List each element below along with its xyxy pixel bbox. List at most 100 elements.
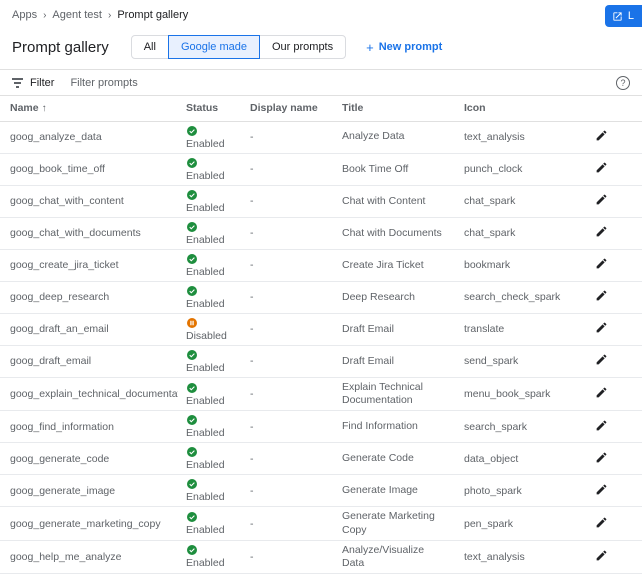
status-cell: Enabled — [186, 157, 234, 182]
status-cell: Enabled — [186, 446, 234, 471]
edit-button[interactable] — [592, 222, 611, 244]
pencil-icon — [595, 129, 608, 145]
table-header-row: Name↑ Status Display name Title Icon — [0, 96, 642, 121]
status-cell: Disabled — [186, 317, 234, 342]
table-row[interactable]: goog_draft_an_email Disabled - Draft Ema… — [0, 313, 642, 345]
edit-button[interactable] — [592, 513, 611, 535]
status-cell: Enabled — [186, 125, 234, 150]
prompt-title: Generate Image — [342, 484, 418, 496]
status-enabled-icon — [186, 511, 198, 523]
prompt-name: goog_help_me_analyze — [10, 551, 122, 563]
status-enabled-icon — [186, 349, 198, 361]
filter-bar: Filter ? — [0, 69, 642, 96]
status-text: Enabled — [186, 170, 225, 182]
display-name: - — [250, 195, 254, 207]
edit-button[interactable] — [592, 158, 611, 180]
status-enabled-icon — [186, 253, 198, 265]
edit-button[interactable] — [592, 448, 611, 470]
status-cell: Enabled — [186, 414, 234, 439]
title-row: Prompt gallery AllGoogle madeOur prompts… — [0, 27, 642, 69]
status-text: Enabled — [186, 138, 225, 150]
column-header-name[interactable]: Name↑ — [0, 96, 178, 121]
prompt-name: goog_generate_image — [10, 485, 115, 497]
status-enabled-icon — [186, 414, 198, 426]
pencil-icon — [595, 257, 608, 273]
edit-button[interactable] — [592, 190, 611, 212]
filter-button[interactable]: Filter — [12, 77, 54, 89]
help-icon[interactable]: ? — [616, 76, 630, 90]
display-name: - — [250, 518, 254, 530]
column-header-actions — [562, 96, 642, 121]
pencil-icon — [595, 289, 608, 305]
status-enabled-icon — [186, 478, 198, 490]
edit-button[interactable] — [592, 126, 611, 148]
edit-button[interactable] — [592, 254, 611, 276]
status-enabled-icon — [186, 189, 198, 201]
table-row[interactable]: goog_help_me_analyze Enabled - Analyze/V… — [0, 540, 642, 573]
status-enabled-icon — [186, 446, 198, 458]
filter-prompts-input[interactable] — [70, 77, 290, 89]
status-text: Disabled — [186, 330, 227, 342]
prompt-title: Draft Email — [342, 323, 394, 335]
prompt-name: goog_deep_research — [10, 291, 109, 303]
icon-name: pen_spark — [464, 518, 513, 530]
status-enabled-icon — [186, 382, 198, 394]
table-row[interactable]: goog_book_time_off Enabled - Book Time O… — [0, 153, 642, 185]
icon-name: menu_book_spark — [464, 388, 550, 400]
pencil-icon — [595, 516, 608, 532]
table-row[interactable]: goog_chat_with_documents Enabled - Chat … — [0, 217, 642, 249]
edit-button[interactable] — [592, 480, 611, 502]
pencil-icon — [595, 225, 608, 241]
edit-button[interactable] — [592, 318, 611, 340]
prompt-table: Name↑ Status Display name Title Icon goo… — [0, 96, 642, 574]
prompt-name: goog_analyze_data — [10, 131, 102, 143]
table-row[interactable]: goog_draft_email Enabled - Draft Email s… — [0, 345, 642, 377]
status-text: Enabled — [186, 395, 225, 407]
table-row[interactable]: goog_generate_code Enabled - Generate Co… — [0, 443, 642, 475]
table-row[interactable]: goog_analyze_data Enabled - Analyze Data… — [0, 121, 642, 153]
prompt-title: Analyze/Visualize Data — [342, 544, 424, 569]
tab-all[interactable]: All — [131, 35, 169, 59]
new-prompt-button[interactable]: + New prompt — [366, 40, 442, 55]
prompt-name: goog_find_information — [10, 421, 114, 433]
column-header-title: Title — [334, 96, 456, 121]
edit-button[interactable] — [592, 286, 611, 308]
breadcrumb-agent-test[interactable]: Agent test — [52, 9, 102, 21]
display-name: - — [250, 485, 254, 497]
breadcrumb-apps[interactable]: Apps — [12, 9, 37, 21]
table-row[interactable]: goog_explain_technical_documentation Ena… — [0, 378, 642, 411]
status-text: Enabled — [186, 491, 225, 503]
icon-name: search_check_spark — [464, 291, 560, 303]
table-row[interactable]: goog_find_information Enabled - Find Inf… — [0, 411, 642, 443]
prompt-title: Deep Research — [342, 291, 415, 303]
edit-button[interactable] — [592, 383, 611, 405]
tab-google-made[interactable]: Google made — [168, 35, 260, 59]
table-row[interactable]: goog_deep_research Enabled - Deep Resear… — [0, 281, 642, 313]
top-right-button-label: L — [628, 10, 634, 22]
column-header-icon: Icon — [456, 96, 562, 121]
display-name: - — [250, 355, 254, 367]
table-row[interactable]: goog_generate_image Enabled - Generate I… — [0, 475, 642, 507]
table-row[interactable]: goog_chat_with_content Enabled - Chat wi… — [0, 185, 642, 217]
prompt-name: goog_book_time_off — [10, 163, 105, 175]
status-text: Enabled — [186, 524, 225, 536]
edit-button[interactable] — [592, 416, 611, 438]
tab-our-prompts[interactable]: Our prompts — [259, 35, 346, 59]
status-cell: Enabled — [186, 189, 234, 214]
status-text: Enabled — [186, 234, 225, 246]
icon-name: text_analysis — [464, 551, 525, 563]
status-cell: Enabled — [186, 544, 234, 569]
icon-name: search_spark — [464, 421, 527, 433]
table-row[interactable]: goog_create_jira_ticket Enabled - Create… — [0, 249, 642, 281]
sort-ascending-icon: ↑ — [42, 103, 47, 114]
top-right-button[interactable]: L — [605, 5, 642, 27]
icon-name: text_analysis — [464, 131, 525, 143]
prompt-title: Generate Code — [342, 452, 414, 464]
icon-name: chat_spark — [464, 195, 515, 207]
edit-button[interactable] — [592, 350, 611, 372]
edit-button[interactable] — [592, 546, 611, 568]
icon-name: chat_spark — [464, 227, 515, 239]
table-row[interactable]: goog_generate_marketing_copy Enabled - G… — [0, 507, 642, 540]
prompt-name: goog_create_jira_ticket — [10, 259, 119, 271]
status-enabled-icon — [186, 157, 198, 169]
